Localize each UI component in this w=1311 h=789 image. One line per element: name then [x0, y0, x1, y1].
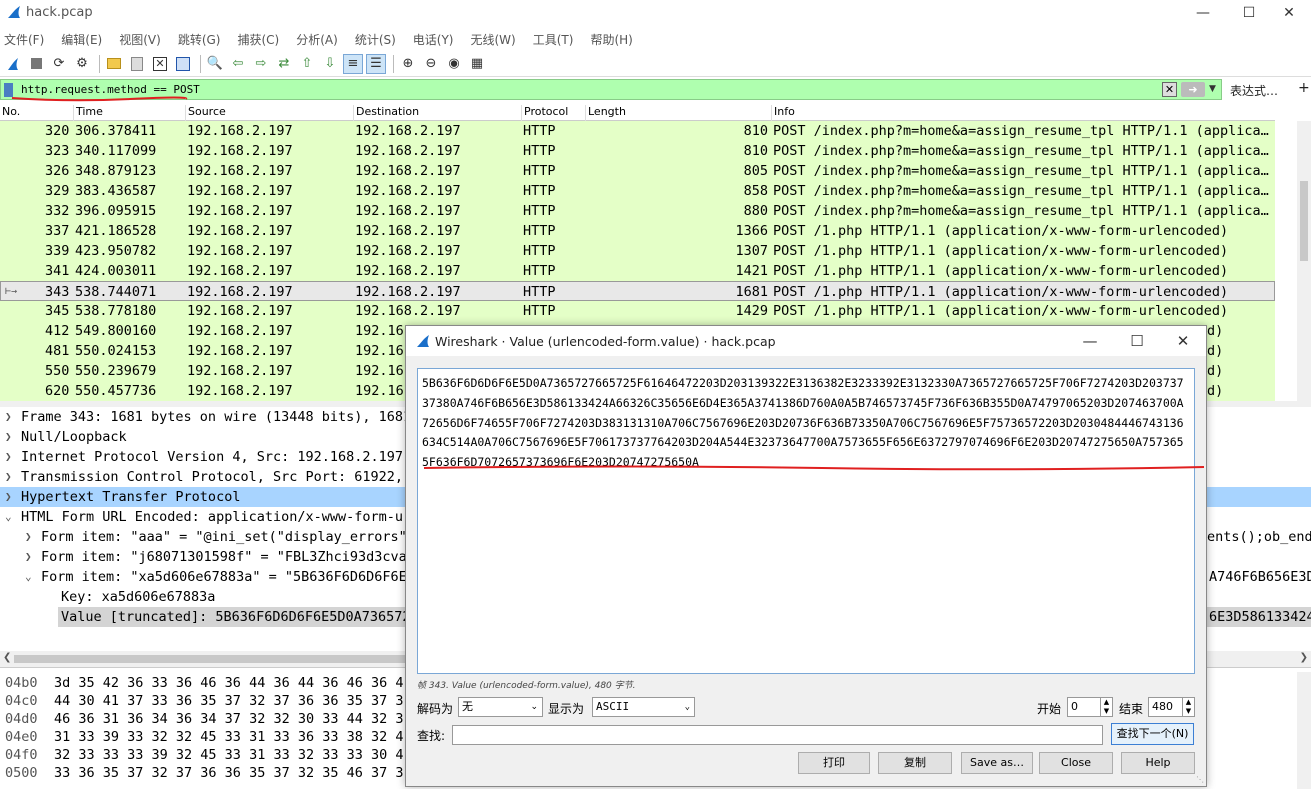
print-button[interactable]: 打印 — [798, 752, 870, 774]
column-length[interactable]: Length — [585, 105, 626, 121]
expression-button[interactable]: 表达式… — [1230, 82, 1278, 99]
stop-capture-icon[interactable] — [26, 54, 46, 74]
decode-as-select[interactable]: 无 ⌄ — [458, 697, 543, 717]
chevron-down-icon: ⌄ — [684, 702, 690, 712]
dialog-maximize-button[interactable]: ☐ — [1114, 326, 1160, 356]
menu-capture[interactable]: 捕获(C) — [237, 31, 279, 48]
save-file-icon[interactable] — [127, 54, 147, 74]
packet-row-selected[interactable]: ⊢→ 343 538.744071 192.168.2.197 192.168.2.1… — [0, 281, 1275, 301]
annotation-underline-value — [423, 465, 1205, 471]
close-window-button[interactable]: ✕ — [1266, 0, 1311, 26]
packet-row[interactable]: 345 538.778180 192.168.2.197 192.168.2.197 H… — [0, 301, 1275, 321]
wireshark-fin-icon — [415, 334, 431, 351]
scroll-left-icon[interactable]: ❮ — [3, 652, 11, 663]
packet-row[interactable]: 323 340.117099 192.168.2.197 192.168.2.197 H… — [0, 141, 1275, 161]
menu-statistics[interactable]: 统计(S) — [355, 31, 396, 48]
packet-row[interactable]: 339 423.950782 192.168.2.197 192.168.2.197 H… — [0, 241, 1275, 261]
add-filter-button[interactable]: + — [1298, 80, 1310, 96]
resize-columns-icon[interactable]: ▦ — [467, 54, 487, 74]
menu-bar: 文件(F) 编辑(E) 视图(V) 跳转(G) 捕获(C) 分析(A) 统计(S… — [0, 28, 1311, 50]
window-title: hack.pcap — [26, 5, 93, 20]
column-source[interactable]: Source — [185, 105, 226, 121]
filter-history-dropdown-icon[interactable]: ▼ — [1209, 82, 1221, 97]
colorize-icon[interactable]: ☰ — [366, 53, 386, 74]
chevron-down-icon: ⌄ — [530, 702, 538, 712]
packet-row[interactable]: 337 421.186528 192.168.2.197 192.168.2.197 H… — [0, 221, 1275, 241]
restart-capture-icon[interactable]: ⟳ — [49, 54, 69, 74]
decode-as-label: 解码为 — [417, 702, 454, 716]
reload-file-icon[interactable] — [173, 54, 193, 74]
dialog-minimize-button[interactable]: — — [1067, 326, 1113, 356]
find-packet-icon[interactable]: 🔍 — [205, 54, 225, 74]
go-forward-icon[interactable]: ⇨ — [251, 54, 271, 74]
clear-filter-icon[interactable]: ✕ — [1162, 82, 1177, 97]
find-input[interactable] — [452, 725, 1103, 745]
menu-wireless[interactable]: 无线(W) — [471, 31, 516, 48]
save-as-button[interactable]: Save as… — [961, 752, 1033, 774]
show-as-label: 显示为 — [548, 702, 585, 716]
packet-row[interactable]: 320 306.378411 192.168.2.197 192.168.2.197 H… — [0, 121, 1275, 141]
menu-edit[interactable]: 编辑(E) — [61, 31, 102, 48]
related-packet-icon: ⊢→ — [5, 286, 18, 297]
menu-telephony[interactable]: 电话(Y) — [413, 31, 454, 48]
zoom-in-icon[interactable]: ⊕ — [398, 54, 418, 74]
menu-tools[interactable]: 工具(T) — [533, 31, 574, 48]
last-packet-icon[interactable]: ⇩ — [320, 54, 340, 74]
zoom-out-icon[interactable]: ⊖ — [421, 54, 441, 74]
minimize-button[interactable]: — — [1180, 0, 1226, 26]
start-spinbox[interactable]: 0 ▲ ▼ — [1067, 697, 1113, 717]
display-filter-bar: http.request.method == POST ✕ ➜ ▼ 表达式… + — [0, 79, 1311, 101]
copy-button[interactable]: 复制 — [878, 752, 952, 774]
go-back-icon[interactable]: ⇦ — [228, 54, 248, 74]
end-label: 结束 — [1119, 702, 1144, 716]
packet-row[interactable]: 332 396.095915 192.168.2.197 192.168.2.197 H… — [0, 201, 1275, 221]
window-titlebar: hack.pcap — ☐ ✕ — [0, 0, 1311, 26]
zoom-normal-icon[interactable]: ◉ — [444, 54, 464, 74]
dialog-title: Wireshark · Value (urlencoded-form.value… — [435, 334, 776, 349]
close-file-icon[interactable]: ✕ — [150, 54, 170, 74]
column-destination[interactable]: Destination — [353, 105, 419, 121]
column-protocol[interactable]: Protocol — [521, 105, 568, 121]
column-no[interactable]: No. — [0, 105, 20, 121]
menu-help[interactable]: 帮助(H) — [590, 31, 632, 48]
resize-grip-icon[interactable]: ⋱ — [1196, 775, 1204, 784]
first-packet-icon[interactable]: ⇧ — [297, 54, 317, 74]
packet-list-header: No. Time Source Destination Protocol Len… — [0, 103, 1275, 121]
wireshark-fin-icon — [6, 5, 22, 22]
column-info[interactable]: Info — [771, 105, 795, 121]
dialog-status-text: 帧 343. Value (urlencoded-form.value), 48… — [417, 681, 636, 691]
packet-row[interactable]: 329 383.436587 192.168.2.197 192.168.2.197 H… — [0, 181, 1275, 201]
apply-filter-icon[interactable]: ➜ — [1181, 82, 1205, 97]
menu-view[interactable]: 视图(V) — [119, 31, 161, 48]
menu-go[interactable]: 跳转(G) — [178, 31, 221, 48]
dialog-close-button[interactable]: ✕ — [1160, 326, 1206, 356]
go-to-packet-icon[interactable]: ⇄ — [274, 54, 294, 74]
value-dialog: Wireshark · Value (urlencoded-form.value… — [405, 325, 1207, 787]
show-as-select[interactable]: ASCII ⌄ — [592, 697, 695, 717]
packet-row[interactable]: 341 424.003011 192.168.2.197 192.168.2.197 H… — [0, 261, 1275, 281]
find-next-button[interactable]: 查找下一个(N) — [1111, 723, 1194, 745]
value-text-area[interactable]: 5B636F6D6D6F6E5D0A7365727665725F61646472… — [417, 368, 1195, 674]
start-label: 开始 — [1037, 702, 1062, 716]
close-button[interactable]: Close — [1039, 752, 1113, 774]
column-time[interactable]: Time — [73, 105, 103, 121]
start-capture-icon[interactable] — [3, 54, 23, 74]
scroll-right-icon[interactable]: ❯ — [1300, 652, 1308, 663]
main-toolbar: ⟳ ⚙ ✕ 🔍 ⇦ ⇨ ⇄ ⇧ ⇩ ≡ ☰ ⊕ ⊖ ◉ ▦ — [0, 51, 1311, 77]
packet-list-scrollbar[interactable] — [1297, 121, 1311, 401]
dialog-titlebar: Wireshark · Value (urlencoded-form.value… — [406, 326, 1206, 356]
bytes-scrollbar[interactable] — [1297, 672, 1311, 789]
open-file-icon[interactable] — [104, 54, 124, 74]
auto-scroll-icon[interactable]: ≡ — [343, 53, 363, 74]
end-spinbox[interactable]: 480 ▲ ▼ — [1148, 697, 1195, 717]
find-label: 查找: — [417, 729, 446, 743]
menu-file[interactable]: 文件(F) — [4, 31, 44, 48]
capture-options-icon[interactable]: ⚙ — [72, 54, 92, 74]
help-button[interactable]: Help — [1121, 752, 1195, 774]
packet-row[interactable]: 326 348.879123 192.168.2.197 192.168.2.197 H… — [0, 161, 1275, 181]
menu-analyze[interactable]: 分析(A) — [296, 31, 338, 48]
